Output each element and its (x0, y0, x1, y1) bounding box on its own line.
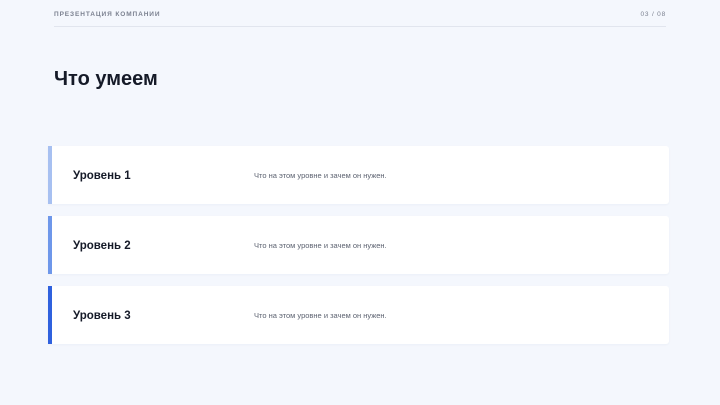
slide-header: Презентация компании 03 / 08 (54, 11, 666, 27)
levels-list: Уровень 1 Что на этом уровне и зачем он … (48, 146, 669, 344)
level-card-3: Уровень 3 Что на этом уровне и зачем он … (48, 286, 669, 344)
level-card-2: Уровень 2 Что на этом уровне и зачем он … (48, 216, 669, 274)
level-title: Уровень 2 (73, 240, 131, 252)
level-description: Что на этом уровне и зачем он нужен. (254, 171, 387, 180)
slide: Презентация компании 03 / 08 Что умеем У… (0, 0, 720, 405)
level-description: Что на этом уровне и зачем он нужен. (254, 241, 387, 250)
level-title: Уровень 3 (73, 310, 131, 322)
level-accent-bar (48, 216, 52, 274)
level-description: Что на этом уровне и зачем он нужен. (254, 311, 387, 320)
page-counter: 03 / 08 (640, 11, 666, 18)
level-card-1: Уровень 1 Что на этом уровне и зачем он … (48, 146, 669, 204)
company-label: Презентация компании (54, 11, 161, 18)
level-title: Уровень 1 (73, 170, 131, 182)
page-title: Что умеем (54, 68, 158, 90)
level-accent-bar (48, 286, 52, 344)
level-accent-bar (48, 146, 52, 204)
